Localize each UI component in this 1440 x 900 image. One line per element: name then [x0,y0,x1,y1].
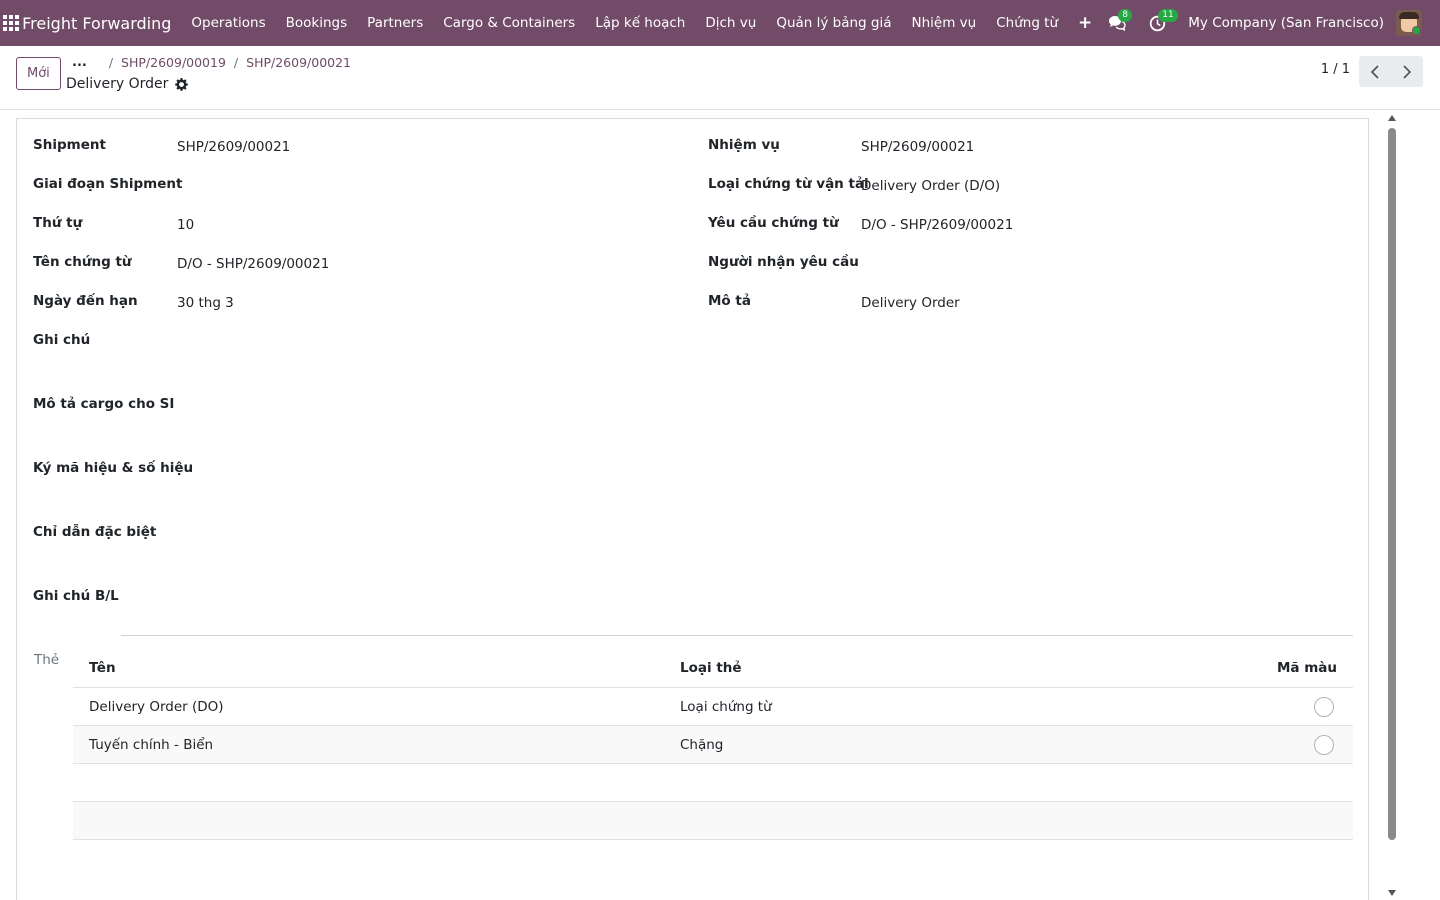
field-transport-document-type[interactable]: Delivery Order (D/O) [861,178,1000,194]
activities-clock-icon[interactable]: 11 [1142,8,1178,38]
cell-tag-name: Tuyến chính - Biển [89,736,214,753]
cell-tag-type: Chặng [680,736,724,753]
color-picker-icon[interactable] [1314,696,1334,717]
tags-table: Tên Loại thẻ Mã màu Delivery Order (DO) … [73,649,1353,840]
new-button[interactable]: Mới [16,57,61,90]
label-task: Nhiệm vụ [708,137,780,153]
menu-services[interactable]: Dịch vụ [695,15,766,31]
page-title: Delivery Order [66,76,189,92]
app-brand[interactable]: Freight Forwarding [22,14,171,33]
control-panel: Mới ... / SHP/2609/00019 / SHP/2609/0002… [0,46,1440,110]
top-navbar: Freight Forwarding Operations Bookings P… [0,0,1440,46]
label-transport-document-type: Loại chứng từ vận tải [708,176,869,192]
table-row-empty [73,764,1353,802]
label-request-recipient: Người nhận yêu cầu [708,254,859,270]
form-sheet: Shipment SHP/2609/00021 Giai đoạn Shipme… [16,118,1369,900]
color-picker-icon[interactable] [1314,734,1334,755]
field-task[interactable]: SHP/2609/00021 [861,139,974,155]
table-header: Tên Loại thẻ Mã màu [73,649,1353,688]
scrollbar-thumb[interactable] [1388,128,1396,840]
section-divider [121,635,1353,636]
gear-icon[interactable] [175,77,189,91]
table-row[interactable]: Tuyến chính - Biển Chặng [73,726,1353,764]
menu-tasks[interactable]: Nhiệm vụ [902,15,987,31]
label-due-date: Ngày đến hạn [33,293,138,309]
breadcrumb: ... / SHP/2609/00019 / SHP/2609/00021 [72,55,351,70]
main-menu: Operations Bookings Partners Cargo & Con… [181,13,1102,33]
cell-tag-color [1314,726,1337,763]
record-title-text: Delivery Order [66,76,169,92]
menu-planning[interactable]: Lập kế hoạch [585,15,695,31]
menu-bookings[interactable]: Bookings [276,15,358,31]
field-due-date[interactable]: 30 thg 3 [177,295,234,311]
chevron-right-icon [1403,64,1412,79]
breadcrumb-item-shipment[interactable]: SHP/2609/00021 [246,55,351,70]
pager-value: 1 / 1 [1320,62,1350,77]
field-description[interactable]: Delivery Order [861,295,960,311]
page-scrollbar[interactable] [1384,112,1400,900]
label-document-name: Tên chứng từ [33,254,132,270]
cell-tag-color [1314,688,1337,725]
label-special-instructions: Chỉ dẫn đặc biệt [33,524,157,540]
messages-icon[interactable]: 8 [1102,8,1133,38]
column-header-color[interactable]: Mã màu [1277,649,1337,687]
company-switcher[interactable]: My Company (San Francisco) [1188,15,1384,31]
field-document-request[interactable]: D/O - SHP/2609/00021 [861,217,1013,233]
breadcrumb-item-parent-shipment[interactable]: SHP/2609/00019 [121,55,226,70]
column-header-name[interactable]: Tên [89,649,116,687]
label-marks-numbers: Ký mã hiệu & số hiệu [33,460,194,476]
breadcrumb-more-icon[interactable]: ... [72,55,87,70]
menu-documents[interactable]: Chứng từ [986,15,1068,31]
apps-menu-icon[interactable] [0,0,22,46]
navbar-systray: 8 11 My Company (San Francisco) [1102,0,1440,46]
chevron-left-icon [1370,64,1379,79]
pager-previous-button[interactable] [1359,56,1391,87]
scroll-up-arrow-icon[interactable] [1388,115,1396,121]
label-description: Mô tả [708,293,751,309]
field-shipment[interactable]: SHP/2609/00021 [177,139,290,155]
scroll-down-arrow-icon[interactable] [1388,890,1396,896]
table-row[interactable]: Delivery Order (DO) Loại chứng từ [73,688,1353,726]
menu-cargo-containers[interactable]: Cargo & Containers [433,15,585,31]
menu-partners[interactable]: Partners [357,15,433,31]
field-sequence[interactable]: 10 [177,217,194,233]
table-row-empty [73,802,1353,840]
label-shipment: Shipment [33,137,106,153]
field-document-name[interactable]: D/O - SHP/2609/00021 [177,256,329,272]
menu-operations[interactable]: Operations [181,15,275,31]
label-tags: Thẻ [34,652,60,668]
messages-count-badge: 8 [1118,9,1133,22]
label-shipment-stage: Giai đoạn Shipment [33,176,183,192]
cell-tag-name: Delivery Order (DO) [89,698,224,715]
label-notes: Ghi chú [33,332,91,348]
pager-next-button[interactable] [1391,56,1423,87]
menu-plus-icon[interactable]: + [1068,13,1102,33]
menu-pricelists[interactable]: Quản lý bảng giá [766,15,901,31]
label-document-request: Yêu cầu chứng từ [708,215,839,231]
user-status-dot [1412,26,1421,35]
activities-count-badge: 11 [1158,9,1178,22]
column-header-tag-type[interactable]: Loại thẻ [680,649,742,687]
cell-tag-type: Loại chứng từ [680,698,772,715]
label-cargo-description-si: Mô tả cargo cho SI [33,396,175,412]
breadcrumb-separator: / [233,55,239,70]
label-bl-notes: Ghi chú B/L [33,588,119,604]
breadcrumb-separator: / [108,55,114,70]
label-sequence: Thứ tự [33,215,83,231]
